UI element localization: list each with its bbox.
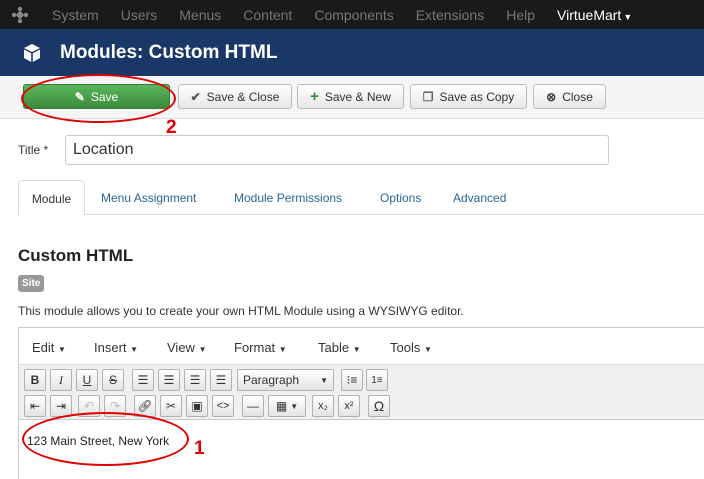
- annotation-ellipse-content: [22, 412, 189, 466]
- caret-down-icon: ▼: [290, 401, 299, 411]
- joomla-logo-icon[interactable]: [0, 0, 40, 29]
- caret-down-icon: ▼: [423, 345, 432, 354]
- title-label: Title *: [18, 143, 49, 157]
- caret-down-icon: ▼: [130, 345, 139, 354]
- nav-components[interactable]: Components: [302, 7, 403, 23]
- format-select[interactable]: Paragraph ▼: [237, 369, 334, 391]
- save-copy-button[interactable]: ❐ Save as Copy: [410, 84, 527, 109]
- caret-down-icon: ▼: [198, 345, 207, 354]
- editor-menu-edit-label: Edit: [32, 340, 55, 355]
- close-button-label: Close: [562, 89, 593, 104]
- save-copy-label: Save as Copy: [439, 89, 515, 104]
- nav-extensions[interactable]: Extensions: [404, 7, 494, 23]
- editor-menu-format[interactable]: Format ▼: [234, 340, 287, 355]
- table-icon[interactable]: ▦ ▼: [268, 395, 306, 417]
- module-type-heading: Custom HTML: [18, 246, 134, 265]
- editor-menu-table[interactable]: Table ▼: [318, 340, 361, 355]
- save-new-label: Save & New: [324, 89, 391, 104]
- editor-menu-insert-label: Insert: [94, 340, 127, 355]
- bullet-list-icon[interactable]: ⁝≡: [341, 369, 363, 391]
- title-input[interactable]: Location: [65, 135, 609, 165]
- nav-virtuemart[interactable]: VirtueMart ▼: [545, 7, 642, 23]
- tab-module[interactable]: Module: [18, 180, 85, 216]
- align-right-icon[interactable]: ☰: [184, 369, 206, 391]
- annotation-ellipse-save: [21, 74, 176, 123]
- bold-icon[interactable]: B: [24, 369, 46, 391]
- checkmark-icon: ✔: [190, 89, 201, 104]
- horizontal-rule-icon[interactable]: —: [242, 395, 264, 417]
- page-header: Modules: Custom HTML: [0, 29, 704, 76]
- tab-bar: Module Menu Assignment Module Permission…: [18, 180, 704, 216]
- title-input-value: Location: [73, 141, 134, 158]
- align-left-icon[interactable]: ☰: [132, 369, 154, 391]
- top-nav: System Users Menus Content Components Ex…: [0, 0, 704, 29]
- italic-icon[interactable]: I: [50, 369, 72, 391]
- editor-menu-insert[interactable]: Insert ▼: [94, 340, 138, 355]
- tab-module-permissions[interactable]: Module Permissions: [234, 180, 342, 216]
- table-grid-icon: ▦: [275, 399, 288, 413]
- cube-icon: [24, 43, 40, 62]
- editor-menu-table-label: Table: [318, 340, 350, 355]
- align-center-icon[interactable]: ☰: [158, 369, 180, 391]
- caret-down-icon: ▼: [623, 11, 633, 22]
- module-description: This module allows you to create your ow…: [18, 304, 464, 318]
- plus-icon: +: [310, 88, 319, 105]
- caret-down-icon: ▼: [58, 345, 66, 354]
- image-icon[interactable]: ▣: [186, 395, 208, 417]
- page-title: Modules: Custom HTML: [60, 41, 278, 63]
- close-button[interactable]: ⊗ Close: [533, 84, 606, 109]
- save-close-button[interactable]: ✔ Save & Close: [178, 84, 292, 109]
- caret-down-icon: ▼: [278, 345, 287, 354]
- nav-content[interactable]: Content: [231, 7, 302, 23]
- editor-menu-view-label: View: [167, 340, 195, 355]
- strikethrough-icon[interactable]: S: [102, 369, 124, 391]
- editor-menu-view[interactable]: View ▼: [167, 340, 207, 355]
- special-character-icon[interactable]: Ω: [368, 395, 390, 417]
- outdent-icon[interactable]: ⇤: [24, 395, 46, 417]
- nav-system[interactable]: System: [40, 7, 109, 23]
- copy-icon: ❐: [422, 89, 434, 104]
- nav-help[interactable]: Help: [494, 7, 545, 23]
- site-badge: Site: [18, 275, 45, 292]
- format-select-value: Paragraph: [243, 373, 300, 387]
- subscript-icon[interactable]: x₂: [312, 395, 334, 417]
- nav-users[interactable]: Users: [109, 7, 168, 23]
- tab-menu-assignment[interactable]: Menu Assignment: [101, 180, 196, 216]
- numbered-list-icon[interactable]: 1≡: [366, 369, 388, 391]
- nav-virtuemart-label: VirtueMart: [557, 6, 622, 23]
- editor-menu-format-label: Format: [234, 340, 276, 355]
- editor-menubar: Edit ▼ Insert ▼ View ▼ Format ▼ Table ▼ …: [19, 328, 704, 365]
- save-new-button[interactable]: + Save & New: [297, 84, 404, 109]
- editor-menu-edit[interactable]: Edit ▼: [32, 340, 66, 355]
- code-icon[interactable]: <>: [212, 395, 234, 417]
- save-close-label: Save & Close: [206, 89, 280, 104]
- nav-menus[interactable]: Menus: [167, 7, 231, 23]
- underline-icon[interactable]: U: [76, 369, 98, 391]
- editor-menu-tools[interactable]: Tools ▼: [390, 340, 432, 355]
- align-justify-icon[interactable]: ☰: [210, 369, 232, 391]
- caret-down-icon: ▼: [352, 345, 361, 354]
- superscript-icon[interactable]: x²: [338, 395, 360, 417]
- editor-menu-tools-label: Tools: [390, 340, 421, 355]
- annotation-number-1: 1: [194, 438, 205, 459]
- tab-advanced[interactable]: Advanced: [453, 180, 506, 216]
- unlink-icon[interactable]: ✂: [160, 395, 182, 417]
- tab-options[interactable]: Options: [380, 180, 421, 216]
- close-circle-icon: ⊗: [546, 89, 557, 104]
- caret-down-icon: ▼: [320, 375, 328, 385]
